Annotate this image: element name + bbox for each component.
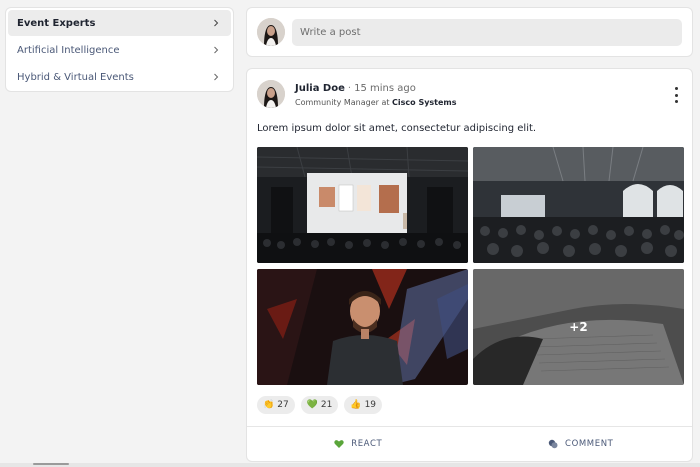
sidebar-item-label: Artificial Intelligence [17, 44, 120, 56]
reaction-count: 19 [364, 400, 377, 410]
meta-separator: · [347, 83, 352, 94]
reaction-chip-heart[interactable]: 💚 21 [300, 396, 339, 414]
chevron-right-icon [211, 72, 221, 82]
post-body-text: Lorem ipsum dolor sit amet, consectetur … [257, 123, 537, 134]
horizontal-scrollbar[interactable] [0, 463, 700, 467]
reaction-count: 21 [320, 400, 333, 410]
post-time: 15 mins ago [354, 83, 416, 94]
write-post-input[interactable] [292, 18, 682, 46]
post-actions: REACT COMMENT [247, 426, 692, 461]
author-avatar[interactable] [257, 80, 285, 108]
post-photo-grid: +2 [257, 147, 684, 385]
avatar[interactable] [257, 18, 285, 46]
reaction-summary: 👏 27 💚 21 👍 19 [257, 396, 383, 414]
sidebar-item-hybrid-virtual-events[interactable]: Hybrid & Virtual Events [8, 64, 231, 90]
chevron-right-icon [211, 45, 221, 55]
green-heart-icon [334, 440, 344, 448]
reaction-chip-thumbs-up[interactable]: 👍 19 [344, 396, 383, 414]
post-photo-audience[interactable] [473, 147, 684, 263]
chevron-right-icon [211, 18, 221, 28]
post-photo-more[interactable]: +2 [473, 269, 684, 385]
sidebar-item-label: Hybrid & Virtual Events [17, 71, 134, 83]
groups-sidebar: Event Experts Artificial Intelligence Hy… [5, 7, 234, 92]
react-label: REACT [351, 439, 383, 449]
more-options-icon[interactable] [670, 87, 682, 103]
post-header: Julia Doe · 15 mins ago Community Manage… [257, 80, 457, 108]
comment-icon [548, 439, 558, 449]
comment-button[interactable]: COMMENT [470, 427, 693, 461]
reaction-count: 27 [277, 400, 289, 410]
react-button[interactable]: REACT [247, 427, 470, 461]
comment-label: COMMENT [565, 439, 614, 449]
thumbs-up-icon: 👍 [350, 400, 362, 410]
scrollbar-thumb[interactable] [33, 463, 69, 465]
reaction-chip-clap[interactable]: 👏 27 [257, 396, 295, 414]
sidebar-item-artificial-intelligence[interactable]: Artificial Intelligence [8, 37, 231, 63]
post-composer [246, 7, 693, 57]
author-company: Cisco Systems [392, 98, 457, 107]
author-role-text: Community Manager at [295, 98, 390, 107]
post-card: Julia Doe · 15 mins ago Community Manage… [246, 68, 693, 462]
sidebar-item-label: Event Experts [17, 17, 96, 29]
sidebar-item-event-experts[interactable]: Event Experts [8, 10, 231, 36]
more-photos-count[interactable]: +2 [473, 269, 684, 385]
post-photo-speaker[interactable] [257, 269, 468, 385]
post-meta: Julia Doe · 15 mins ago Community Manage… [295, 80, 457, 108]
post-photo-stage[interactable] [257, 147, 468, 263]
author-role: Community Manager at Cisco Systems [295, 98, 457, 107]
clap-icon: 👏 [263, 400, 275, 410]
author-name[interactable]: Julia Doe [295, 83, 345, 94]
green-heart-icon: 💚 [306, 400, 318, 410]
